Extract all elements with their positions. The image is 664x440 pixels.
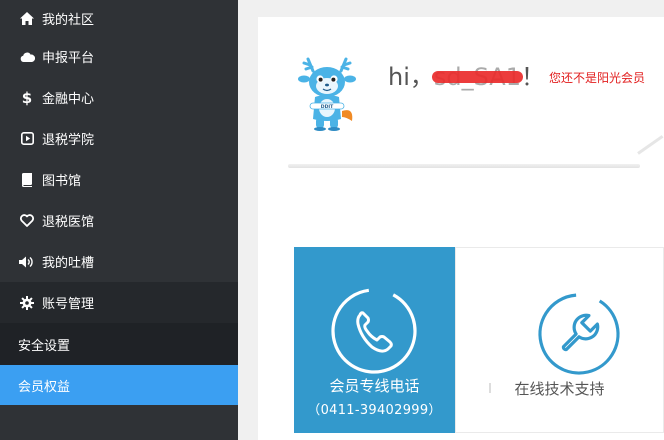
sidebar-item-finance[interactable]: $ 金融中心 [0, 77, 238, 118]
sidebar-item-label: 我的吐槽 [42, 256, 95, 271]
svg-text:DDIT: DDIT [321, 104, 334, 110]
home-icon [18, 11, 36, 25]
sidebar-item-clinic[interactable]: 退税医馆 [0, 200, 238, 241]
greeting: hi，sd_SA1！ [388, 57, 545, 92]
member-hotline-tile[interactable]: 会员专线电话 （0411-39402999） [294, 247, 455, 433]
sidebar-subitem-security[interactable]: 安全设置 [0, 323, 238, 365]
sidebar-item-account[interactable]: 账号管理 [0, 282, 238, 323]
sidebar-item-academy[interactable]: 退税学院 [0, 118, 238, 159]
mascot-avatar: DDIT [298, 55, 356, 131]
sidebar-item-label: 退税学院 [42, 133, 95, 148]
sidebar-subitem-label: 安全设置 [18, 338, 71, 354]
membership-notice: 您还不是阳光会员 [549, 71, 646, 85]
sidebar-item-label: 金融中心 [42, 92, 95, 107]
dollar-icon: $ [21, 88, 33, 107]
sidebar-item-declare[interactable]: 申报平台 [0, 36, 238, 77]
redaction-mark [431, 71, 523, 83]
divider-accent [637, 135, 664, 155]
play-icon [18, 132, 36, 145]
cloud-icon [18, 52, 36, 62]
username: sd_SA1 [431, 63, 523, 91]
hotline-number: （0411-39402999） [307, 403, 442, 418]
greeting-suffix: ！ [521, 63, 545, 91]
support-title: 在线技术支持 [514, 380, 605, 398]
phone-icon [330, 287, 418, 375]
sidebar-subitem-label: 会员权益 [18, 379, 71, 395]
volume-icon [18, 256, 36, 268]
sidebar-item-community[interactable]: 我的社区 [0, 0, 238, 36]
greeting-prefix: hi， [388, 63, 434, 91]
sidebar-subitem-member-benefits[interactable]: 会员权益 [0, 365, 238, 405]
main-panel: DDIT hi，sd_SA1！ 您还不是阳光会员 会员专线电话 （0411-39… [258, 17, 664, 440]
sidebar-item-library[interactable]: 图书馆 [0, 159, 238, 200]
book-icon [18, 172, 36, 187]
sidebar-item-label: 我的社区 [42, 12, 95, 28]
wrench-icon [537, 292, 621, 376]
divider [288, 164, 640, 168]
hotline-title: 会员专线电话 [329, 377, 420, 395]
sidebar-item-label: 退税医馆 [42, 215, 95, 230]
gear-icon [18, 295, 36, 310]
heart-icon [18, 214, 36, 227]
sidebar-item-label: 申报平台 [42, 51, 95, 66]
online-support-tile[interactable]: 在线技术支持 [455, 247, 664, 433]
sidebar-item-label: 图书馆 [42, 174, 82, 189]
sidebar-item-feedback[interactable]: 我的吐槽 [0, 241, 238, 282]
sidebar: 我的社区 申报平台 $ 金融中心 退税学院 图书馆 退税医馆 我的吐槽 账号管理… [0, 0, 238, 440]
sidebar-item-label: 账号管理 [42, 297, 95, 312]
